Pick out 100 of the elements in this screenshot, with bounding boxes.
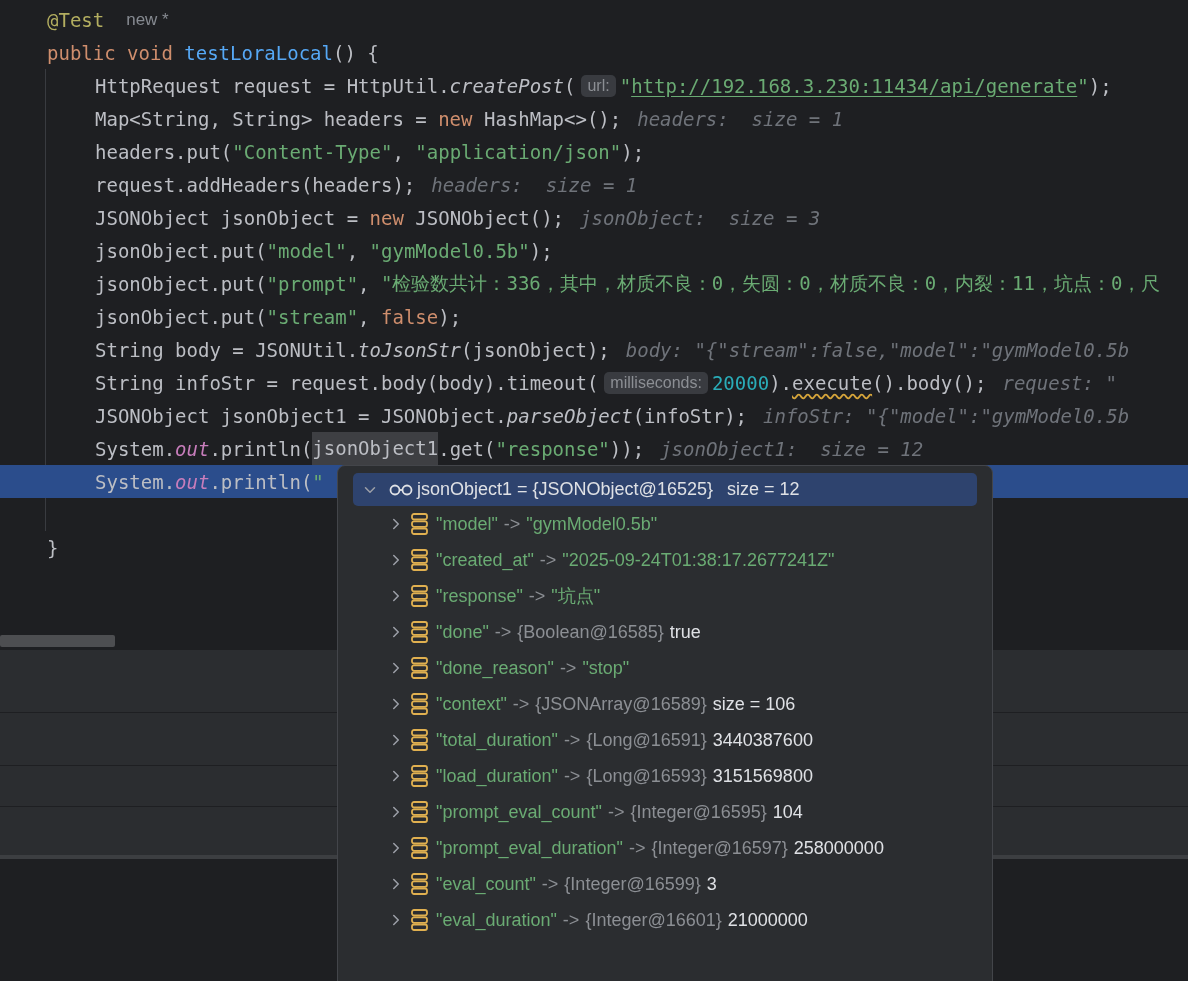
size-label: size = 12 [726,479,800,500]
entry-key[interactable]: "context" [436,693,507,715]
entry-type: {Integer@16595} [630,801,767,823]
entry-type: {Boolean@16585} [517,621,664,643]
arrow-text: -> [607,801,625,823]
string-literal: "检验数共计：336，其中，材质不良：0，失圆：0，材质不良：0，内裂：11，坑点：0，尺 [381,270,1161,296]
entry-type: {Integer@16597} [651,837,788,859]
field-stack-icon [411,549,428,571]
code-text: jsonObject.put( [95,272,267,295]
code-text: ().body(); [872,371,987,394]
method-name: testLoraLocal [184,41,333,64]
string-literal: " [619,74,632,97]
code-text: } [47,536,59,559]
arrow-text: -> [563,765,581,787]
inline-value-hint: body: "{"stream":false,"model":"gymModel0.5b [625,338,1130,361]
arrow-text: -> [503,513,521,535]
code-text: HttpRequest request = HttpUtil. [95,74,450,97]
entry-key[interactable]: "prompt_eval_duration" [436,837,623,859]
arrow-text: -> [628,837,646,859]
code-text: jsonObject.put( [95,239,267,262]
field-stack-icon [411,693,428,715]
entry-type: {Integer@16599} [564,873,701,895]
entry-key[interactable]: "done" [436,621,489,643]
code-text: , [358,305,371,328]
code-text: , [392,140,405,163]
url-link[interactable]: http://192.168.3.230:11434/api/generate [631,74,1078,97]
inline-value-hint: jsonObject: size = 3 [580,206,821,229]
entry-value: 104 [772,801,803,823]
entry-key[interactable]: "response" [436,585,523,607]
entry-value: 3 [706,873,717,895]
code-vision-hint[interactable]: new * [126,9,169,30]
entry-value: "gymModel0.5b" [526,513,658,535]
entry-value: true [669,621,701,643]
arrow-text: -> [512,693,530,715]
entry-key[interactable]: "eval_count" [436,873,536,895]
arrow-text: -> [539,549,557,571]
entry-key[interactable]: "done_reason" [436,657,554,679]
entry-key[interactable]: "model" [436,513,498,535]
field-stack-icon [411,873,428,895]
entry-key[interactable]: "load_duration" [436,765,558,787]
variable-name: jsonObject1 = {JSONObject@16525} [417,479,713,500]
entry-value: 3440387600 [712,729,813,751]
code-text: System. [95,470,176,493]
field-stack-icon [411,837,428,859]
entry-value: 3151569800 [712,765,813,787]
field-stack-icon [411,909,428,931]
entry-type: {JSONArray@16589} [535,693,707,715]
entry-key[interactable]: "created_at" [436,549,534,571]
code-text: () { [333,41,379,64]
inline-value-hint: headers: size = 1 [431,173,638,196]
code-text: System. [95,437,176,460]
code-text: ); [621,140,645,163]
entry-type: {Long@16591} [586,729,707,751]
string-literal: "stream" [266,305,359,328]
code-text: ); [438,305,462,328]
string-literal: " [1077,74,1089,97]
code-text: ); [529,239,553,262]
arrow-text: -> [494,621,512,643]
number-literal: 20000 [711,371,770,394]
code-text: Map<String, String> headers = [95,107,428,130]
annotation: @Test [47,8,105,31]
entry-value: "stop" [582,657,630,679]
code-text: String body = JSONUtil. [95,338,359,361]
entry-type: {Integer@16601} [585,909,722,931]
field-stack-icon [411,657,428,679]
string-literal: "Content-Type" [232,140,393,163]
field-name: out [175,470,210,493]
string-literal: "response" [495,437,610,460]
parameter-hint[interactable]: url: [581,74,616,97]
keyword: new [438,107,473,130]
code-text: .println( [209,470,313,493]
glasses-icon [389,483,413,496]
code-text: headers.put( [95,140,233,163]
string-literal: "model" [266,239,347,262]
tree-root-row[interactable]: jsonObject1 = {JSONObject@16525} size = 12 [353,473,977,506]
keyword: public void [47,41,174,64]
inline-value-hint: request: " [1002,371,1117,394]
code-text: ). [769,371,792,394]
entry-key[interactable]: "prompt_eval_count" [436,801,602,823]
entry-key[interactable]: "total_duration" [436,729,558,751]
entry-value: 258000000 [793,837,884,859]
code-text: JSONObject jsonObject1 = JSONObject. [95,404,507,427]
entry-key[interactable]: "eval_duration" [436,909,557,931]
code-text: )); [609,437,645,460]
code-text: , [358,272,371,295]
code-text: (jsonObject); [461,338,610,361]
arrow-text: -> [563,729,581,751]
scrollbar-thumb[interactable] [0,635,115,647]
entry-value: "坑点" [551,585,601,608]
field-stack-icon [411,513,428,535]
method-name: createPost [449,74,564,97]
code-text: request.addHeaders(headers); [95,173,416,196]
parameter-hint[interactable]: milliseconds: [604,371,708,394]
code-text: JSONObject(); [414,206,565,229]
string-literal: " [312,470,324,493]
variable-highlight: jsonObject1 [312,432,439,465]
string-literal: "prompt" [266,272,359,295]
code-text: JSONObject jsonObject = [95,206,360,229]
field-stack-icon [411,585,428,607]
string-literal: "gymModel0.5b" [369,239,530,262]
